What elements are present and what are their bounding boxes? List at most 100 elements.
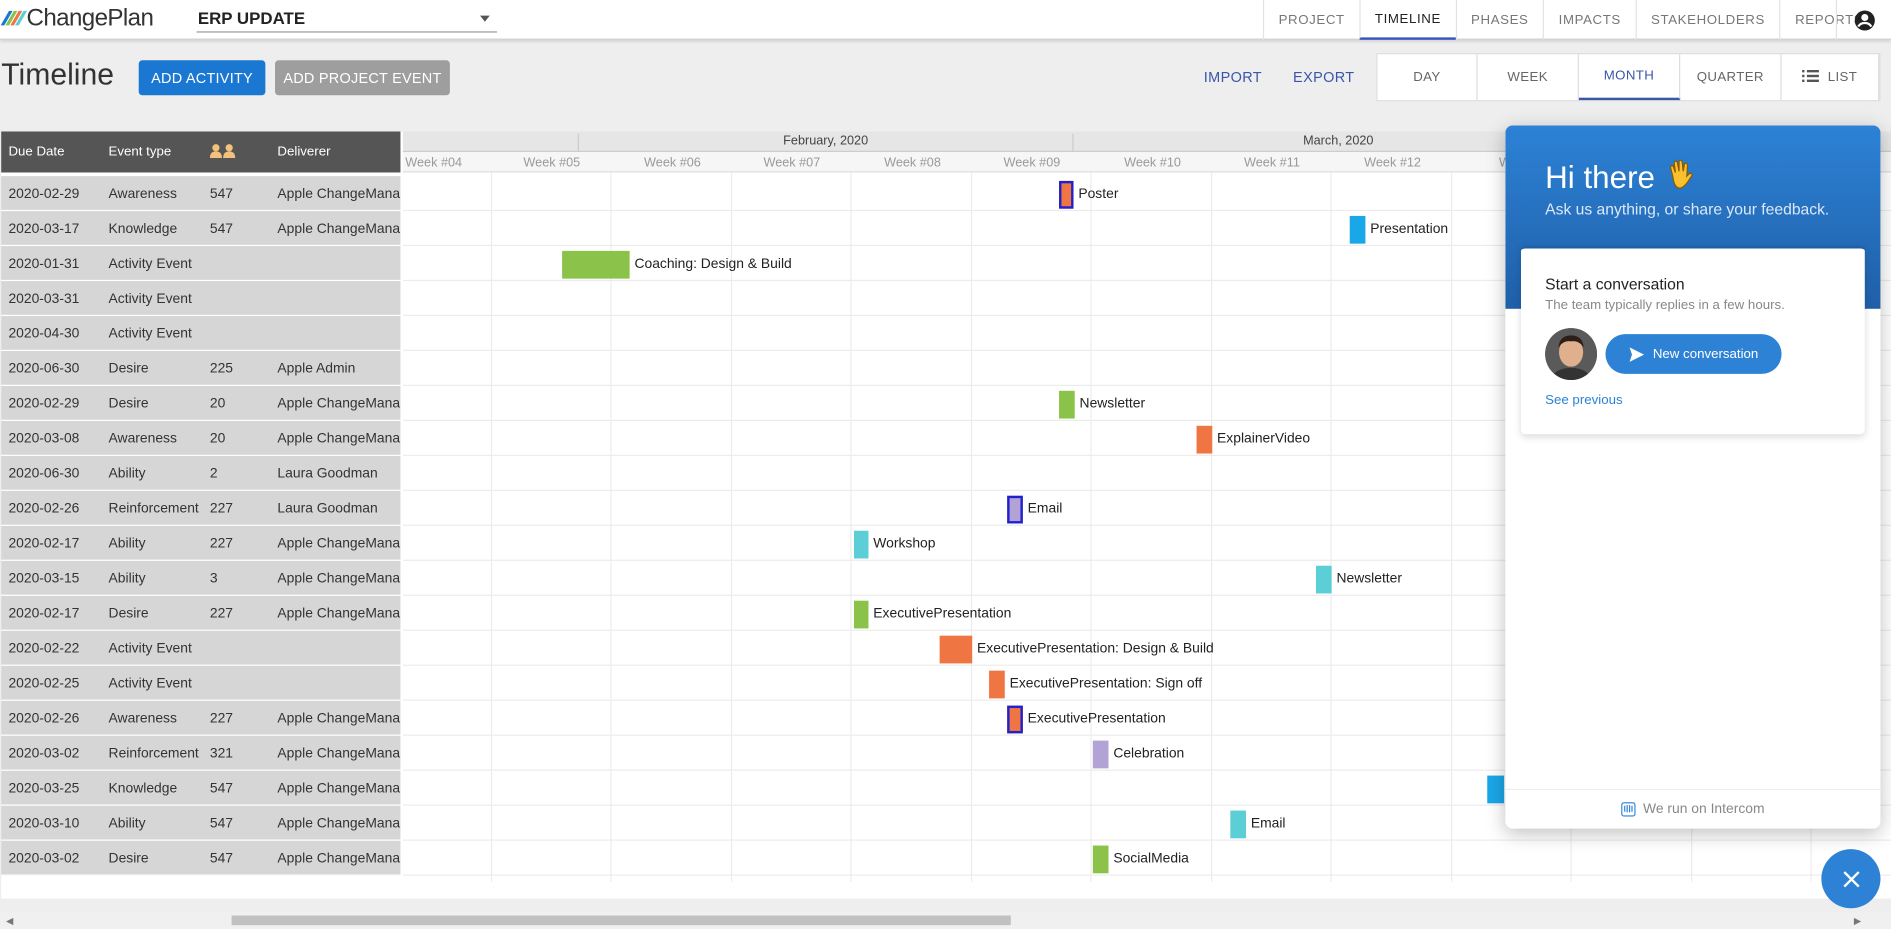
- scroll-left-icon[interactable]: ◀: [6, 916, 13, 927]
- activity-label[interactable]: SocialMedia: [1113, 852, 1189, 866]
- activity-bar[interactable]: [989, 670, 1005, 699]
- timeline-row: SocialMedia: [402, 841, 1891, 876]
- activity-bar[interactable]: [1092, 845, 1109, 874]
- avatar: [1545, 328, 1598, 380]
- activity-bar[interactable]: [853, 600, 869, 629]
- activity-label[interactable]: Celebration: [1113, 747, 1184, 761]
- cell-count: 227: [209, 606, 234, 622]
- table-row[interactable]: 2020-02-29 Awareness 547 Apple ChangeManag: [1, 176, 401, 212]
- activity-bar[interactable]: [939, 635, 973, 664]
- intercom-footer[interactable]: We run on Intercom: [1505, 788, 1881, 829]
- table-row[interactable]: 2020-02-29 Desire 20 Apple ChangeManag: [1, 386, 400, 421]
- activity-bar[interactable]: [1487, 775, 1505, 804]
- table-row[interactable]: 2020-06-30 Desire 225 Apple Admin: [1, 351, 401, 386]
- activity-label[interactable]: Presentation: [1370, 222, 1448, 236]
- cell-count: 227: [209, 536, 234, 552]
- main-nav-tabs: PROJECT TIMELINE PHASES IMPACTS STAKEHOLDERS…: [1262, 0, 1878, 40]
- week-label: Week #04: [405, 155, 463, 171]
- activity-label[interactable]: Poster: [1078, 187, 1118, 201]
- table-row[interactable]: 2020-03-17 Knowledge 547 Apple ChangeManag: [1, 211, 400, 247]
- export-button[interactable]: EXPORT: [1293, 69, 1354, 86]
- intercom-close-button[interactable]: [1821, 849, 1881, 909]
- table-row[interactable]: 2020-03-15 Ability 3 Apple ChangeManag: [1, 561, 400, 596]
- activity-label[interactable]: ExecutivePresentation: [873, 607, 1011, 621]
- cell-deliverer: Apple ChangeManag: [277, 536, 401, 552]
- table-row[interactable]: 2020-01-31 Activity Event: [1, 246, 401, 282]
- table-row[interactable]: 2020-02-26 Reinforcement 227 Laura Goodman: [1, 491, 401, 526]
- send-icon: [1629, 346, 1645, 362]
- activity-bar[interactable]: [853, 530, 869, 559]
- cell-count: 20: [209, 431, 226, 447]
- cell-deliverer: Apple ChangeManag: [277, 186, 401, 202]
- new-conversation-button[interactable]: New conversation: [1605, 334, 1782, 374]
- scrollbar-thumb[interactable]: [231, 915, 1011, 926]
- see-previous-link[interactable]: See previous: [1545, 393, 1622, 407]
- header-deliverer[interactable]: Deliverer: [277, 145, 330, 159]
- view-tab-quarter[interactable]: QUARTER: [1680, 54, 1782, 101]
- table-row[interactable]: 2020-02-25 Activity Event: [1, 666, 401, 701]
- cell-deliverer: Apple ChangeManag: [277, 851, 401, 867]
- table-row[interactable]: 2020-03-25 Knowledge 547 Apple ChangeManag: [1, 771, 400, 806]
- activity-label[interactable]: Workshop: [873, 537, 935, 551]
- table-row[interactable]: 2020-03-10 Ability 547 Apple ChangeManag: [1, 806, 400, 841]
- horizontal-scrollbar[interactable]: ◀ ▶: [0, 911, 1891, 929]
- activity-bar[interactable]: [1059, 390, 1075, 419]
- nav-tab-project[interactable]: PROJECT: [1262, 0, 1359, 40]
- import-button[interactable]: IMPORT: [1204, 69, 1262, 86]
- activity-bar[interactable]: [1196, 425, 1213, 454]
- table-row[interactable]: 2020-06-30 Ability 2 Laura Goodman: [1, 456, 401, 491]
- view-tab-list[interactable]: LIST: [1782, 54, 1880, 101]
- cell-date: 2020-02-22: [8, 641, 80, 657]
- add-project-event-button[interactable]: ADD PROJECT EVENT: [275, 60, 450, 96]
- scroll-right-icon[interactable]: ▶: [1854, 916, 1861, 927]
- nav-tab-timeline[interactable]: TIMELINE: [1359, 0, 1456, 40]
- activity-bar[interactable]: [562, 250, 630, 279]
- add-activity-button[interactable]: ADD ACTIVITY: [138, 60, 266, 96]
- table-row[interactable]: 2020-03-31 Activity Event: [1, 281, 401, 317]
- table-row[interactable]: 2020-03-02 Desire 547 Apple ChangeManag: [1, 841, 400, 876]
- activity-label[interactable]: ExecutivePresentation: Sign off: [1010, 677, 1203, 691]
- activity-label[interactable]: ExplainerVideo: [1217, 432, 1310, 446]
- activity-bar[interactable]: [1230, 810, 1247, 839]
- intercom-logo-icon: [1621, 802, 1636, 817]
- view-tab-label: DAY: [1413, 69, 1441, 85]
- activity-bar[interactable]: [1059, 180, 1074, 209]
- activity-bar[interactable]: [1349, 215, 1366, 244]
- nav-tab-phases[interactable]: PHASES: [1455, 0, 1543, 40]
- activity-bar[interactable]: [1007, 705, 1023, 734]
- activity-bar[interactable]: [1315, 565, 1332, 594]
- account-button[interactable]: [1835, 0, 1891, 40]
- header-event-type[interactable]: Event type: [109, 145, 172, 159]
- activity-bar[interactable]: [1092, 740, 1109, 769]
- cell-date: 2020-03-25: [8, 781, 80, 797]
- changeplan-logo[interactable]: ChangePlan: [0, 4, 154, 31]
- activity-label[interactable]: Newsletter: [1080, 397, 1146, 411]
- cell-count: 227: [209, 711, 234, 727]
- view-tab-month[interactable]: MONTH: [1578, 54, 1681, 101]
- table-row[interactable]: 2020-04-30 Activity Event: [1, 316, 401, 352]
- activity-label[interactable]: ExecutivePresentation: Design & Build: [977, 642, 1214, 656]
- cell-date: 2020-03-31: [8, 291, 80, 307]
- activity-label[interactable]: ExecutivePresentation: [1028, 712, 1166, 726]
- week-label: Week #06: [644, 155, 701, 171]
- chevron-down-icon: [480, 15, 490, 22]
- activity-label[interactable]: Newsletter: [1336, 572, 1402, 586]
- nav-tab-stakeholders[interactable]: STAKEHOLDERS: [1635, 0, 1779, 40]
- activity-label[interactable]: Coaching: Design & Build: [634, 257, 791, 271]
- intercom-greeting: Hi there: [1545, 157, 1700, 197]
- view-tab-week[interactable]: WEEK: [1478, 54, 1579, 101]
- table-row[interactable]: 2020-02-17 Ability 227 Apple ChangeManag: [1, 526, 400, 561]
- table-row[interactable]: 2020-03-02 Reinforcement 321 Apple ChangeMa…: [1, 736, 400, 771]
- table-row[interactable]: 2020-02-17 Desire 227 Apple ChangeManag: [1, 596, 400, 631]
- project-select[interactable]: ERP UPDATE: [196, 2, 497, 33]
- activity-label[interactable]: Email: [1251, 817, 1286, 831]
- header-due-date[interactable]: Due Date: [8, 145, 64, 159]
- table-row[interactable]: 2020-02-26 Awareness 227 Apple ChangeManag: [1, 701, 400, 736]
- table-row[interactable]: 2020-03-08 Awareness 20 Apple ChangeManag: [1, 421, 400, 456]
- view-tab-day[interactable]: DAY: [1377, 54, 1478, 101]
- activity-label[interactable]: Email: [1028, 502, 1063, 516]
- table-row[interactable]: 2020-02-22 Activity Event: [1, 631, 401, 666]
- month-label: February, 2020: [577, 133, 1073, 152]
- nav-tab-impacts[interactable]: IMPACTS: [1542, 0, 1635, 40]
- activity-bar[interactable]: [1007, 495, 1023, 524]
